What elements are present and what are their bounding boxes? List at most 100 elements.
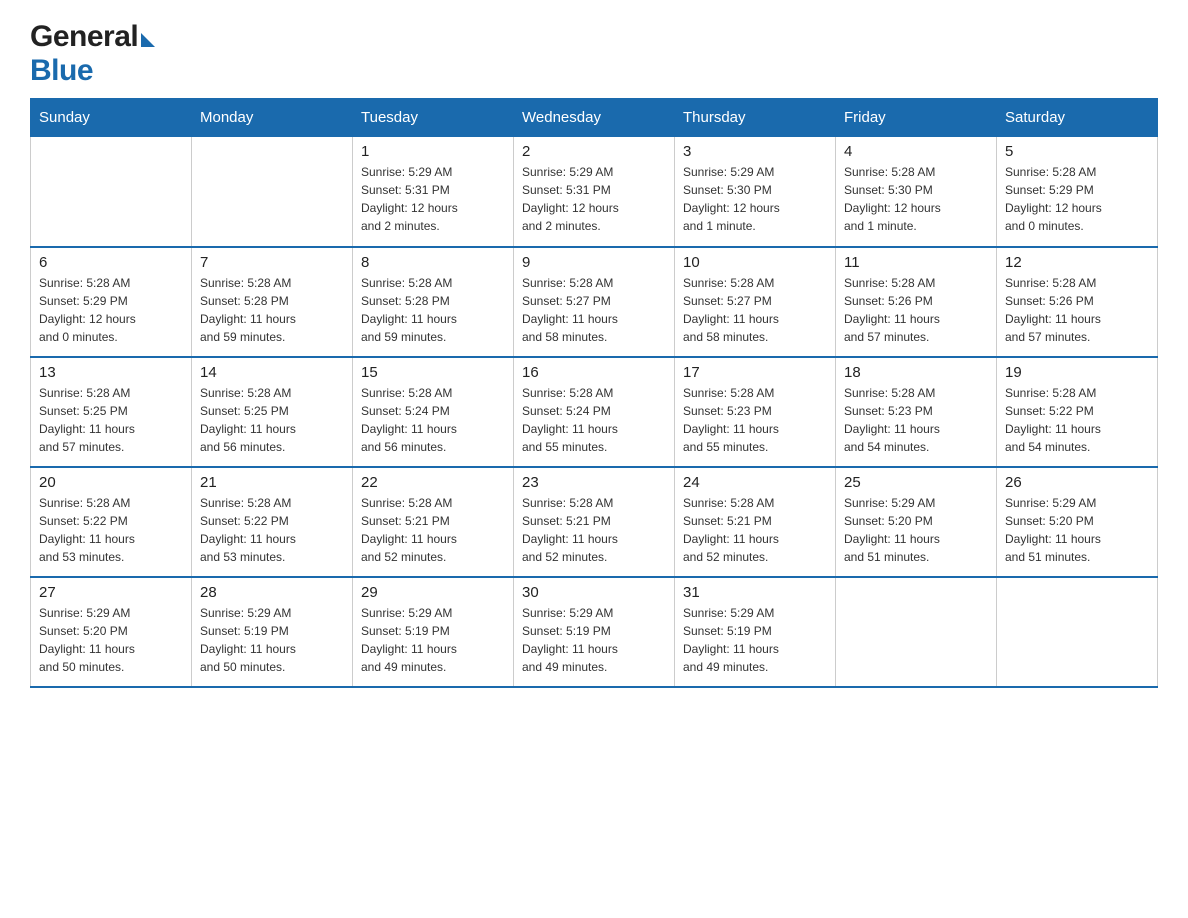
- day-info: Sunrise: 5:28 AM Sunset: 5:22 PM Dayligh…: [200, 494, 344, 566]
- header-tuesday: Tuesday: [353, 99, 514, 137]
- calendar-cell: 12Sunrise: 5:28 AM Sunset: 5:26 PM Dayli…: [997, 247, 1158, 357]
- calendar-cell: 19 Sunrise: 5:28 AM Sunset: 5:22 PM Dayli…: [997, 357, 1158, 467]
- day-number: 1: [361, 143, 505, 160]
- day-info: Sunrise: 5:28 AM Sunset: 5:25 PM Dayligh…: [39, 384, 183, 456]
- day-number: 6: [39, 254, 183, 271]
- calendar-cell: [31, 137, 192, 247]
- calendar-cell: 6 Sunrise: 5:28 AM Sunset: 5:29 PM Daylig…: [31, 247, 192, 357]
- day-info: Sunrise: 5:28 AM Sunset: 5:21 PM Dayligh…: [683, 494, 827, 566]
- day-info: Sunrise: 5:29 AM Sunset: 5:31 PM Dayligh…: [361, 163, 505, 235]
- calendar-cell: 29 Sunrise: 5:29 AM Sunset: 5:19 PM Dayli…: [353, 577, 514, 687]
- calendar-cell: [997, 577, 1158, 687]
- logo-blue-text: Blue: [30, 54, 93, 88]
- calendar-cell: 3 Sunrise: 5:29 AM Sunset: 5:30 PM Daylig…: [675, 137, 836, 247]
- day-number: 3: [683, 143, 827, 160]
- day-info: Sunrise: 5:28 AM Sunset: 5:22 PM Dayligh…: [39, 494, 183, 566]
- day-info: Sunrise: 5:28 AM Sunset: 5:30 PM Dayligh…: [844, 163, 988, 235]
- calendar-cell: 27 Sunrise: 5:29 AM Sunset: 5:20 PM Dayli…: [31, 577, 192, 687]
- day-info: Sunrise: 5:28 AM Sunset: 5:24 PM Dayligh…: [361, 384, 505, 456]
- day-info: Sunrise: 5:28 AM Sunset: 5:29 PM Dayligh…: [1005, 163, 1149, 235]
- calendar-header-row: SundayMondayTuesdayWednesdayThursdayFrid…: [31, 99, 1158, 137]
- calendar-cell: [192, 137, 353, 247]
- day-info: Sunrise: 5:29 AM Sunset: 5:19 PM Dayligh…: [361, 604, 505, 676]
- day-number: 29: [361, 584, 505, 601]
- calendar-cell: 15 Sunrise: 5:28 AM Sunset: 5:24 PM Dayli…: [353, 357, 514, 467]
- calendar-cell: 17Sunrise: 5:28 AM Sunset: 5:23 PM Dayli…: [675, 357, 836, 467]
- day-number: 16: [522, 364, 666, 381]
- calendar-week-row: 13 Sunrise: 5:28 AM Sunset: 5:25 PM Dayli…: [31, 357, 1158, 467]
- day-info: Sunrise: 5:28 AM Sunset: 5:28 PM Dayligh…: [200, 274, 344, 346]
- day-info: Sunrise: 5:28 AM Sunset: 5:22 PM Dayligh…: [1005, 384, 1149, 456]
- logo-general-text: General: [30, 20, 155, 54]
- day-info: Sunrise: 5:28 AM Sunset: 5:26 PM Dayligh…: [1005, 274, 1149, 346]
- day-info: Sunrise: 5:29 AM Sunset: 5:20 PM Dayligh…: [39, 604, 183, 676]
- calendar-cell: 4 Sunrise: 5:28 AM Sunset: 5:30 PM Daylig…: [836, 137, 997, 247]
- day-number: 17: [683, 364, 827, 381]
- calendar-table: SundayMondayTuesdayWednesdayThursdayFrid…: [30, 98, 1158, 688]
- calendar-week-row: 27 Sunrise: 5:29 AM Sunset: 5:20 PM Dayli…: [31, 577, 1158, 687]
- day-number: 11: [844, 254, 988, 271]
- day-info: Sunrise: 5:28 AM Sunset: 5:25 PM Dayligh…: [200, 384, 344, 456]
- day-info: Sunrise: 5:28 AM Sunset: 5:27 PM Dayligh…: [522, 274, 666, 346]
- calendar-cell: 31Sunrise: 5:29 AM Sunset: 5:19 PM Dayli…: [675, 577, 836, 687]
- day-number: 24: [683, 474, 827, 491]
- day-number: 19: [1005, 364, 1149, 381]
- day-info: Sunrise: 5:29 AM Sunset: 5:20 PM Dayligh…: [1005, 494, 1149, 566]
- day-number: 22: [361, 474, 505, 491]
- day-number: 21: [200, 474, 344, 491]
- day-number: 30: [522, 584, 666, 601]
- day-info: Sunrise: 5:29 AM Sunset: 5:19 PM Dayligh…: [683, 604, 827, 676]
- day-number: 20: [39, 474, 183, 491]
- calendar-cell: 5 Sunrise: 5:28 AM Sunset: 5:29 PM Daylig…: [997, 137, 1158, 247]
- calendar-cell: 14 Sunrise: 5:28 AM Sunset: 5:25 PM Dayli…: [192, 357, 353, 467]
- day-number: 2: [522, 143, 666, 160]
- day-number: 5: [1005, 143, 1149, 160]
- logo: General Blue: [30, 20, 155, 88]
- day-number: 8: [361, 254, 505, 271]
- calendar-cell: 7 Sunrise: 5:28 AM Sunset: 5:28 PM Daylig…: [192, 247, 353, 357]
- day-info: Sunrise: 5:28 AM Sunset: 5:24 PM Dayligh…: [522, 384, 666, 456]
- day-number: 27: [39, 584, 183, 601]
- day-number: 9: [522, 254, 666, 271]
- calendar-cell: 1 Sunrise: 5:29 AM Sunset: 5:31 PM Daylig…: [353, 137, 514, 247]
- day-info: Sunrise: 5:29 AM Sunset: 5:30 PM Dayligh…: [683, 163, 827, 235]
- day-info: Sunrise: 5:28 AM Sunset: 5:23 PM Dayligh…: [844, 384, 988, 456]
- calendar-cell: 24 Sunrise: 5:28 AM Sunset: 5:21 PM Dayli…: [675, 467, 836, 577]
- calendar-week-row: 20 Sunrise: 5:28 AM Sunset: 5:22 PM Dayli…: [31, 467, 1158, 577]
- calendar-week-row: 1 Sunrise: 5:29 AM Sunset: 5:31 PM Daylig…: [31, 137, 1158, 247]
- calendar-cell: 28Sunrise: 5:29 AM Sunset: 5:19 PM Dayli…: [192, 577, 353, 687]
- calendar-cell: 23 Sunrise: 5:28 AM Sunset: 5:21 PM Dayli…: [514, 467, 675, 577]
- header-saturday: Saturday: [997, 99, 1158, 137]
- header-friday: Friday: [836, 99, 997, 137]
- calendar-cell: 30 Sunrise: 5:29 AM Sunset: 5:19 PM Dayli…: [514, 577, 675, 687]
- calendar-cell: 8 Sunrise: 5:28 AM Sunset: 5:28 PM Daylig…: [353, 247, 514, 357]
- calendar-cell: 22 Sunrise: 5:28 AM Sunset: 5:21 PM Dayli…: [353, 467, 514, 577]
- calendar-cell: 10Sunrise: 5:28 AM Sunset: 5:27 PM Dayli…: [675, 247, 836, 357]
- calendar-cell: 18 Sunrise: 5:28 AM Sunset: 5:23 PM Dayli…: [836, 357, 997, 467]
- day-number: 14: [200, 364, 344, 381]
- header-sunday: Sunday: [31, 99, 192, 137]
- calendar-cell: 9 Sunrise: 5:28 AM Sunset: 5:27 PM Daylig…: [514, 247, 675, 357]
- day-number: 7: [200, 254, 344, 271]
- day-info: Sunrise: 5:29 AM Sunset: 5:19 PM Dayligh…: [522, 604, 666, 676]
- day-info: Sunrise: 5:29 AM Sunset: 5:31 PM Dayligh…: [522, 163, 666, 235]
- calendar-cell: 11Sunrise: 5:28 AM Sunset: 5:26 PM Dayli…: [836, 247, 997, 357]
- header: General Blue: [30, 20, 1158, 88]
- day-number: 13: [39, 364, 183, 381]
- day-number: 15: [361, 364, 505, 381]
- day-number: 4: [844, 143, 988, 160]
- day-number: 23: [522, 474, 666, 491]
- day-number: 25: [844, 474, 988, 491]
- calendar-cell: 25 Sunrise: 5:29 AM Sunset: 5:20 PM Dayli…: [836, 467, 997, 577]
- calendar-cell: 20 Sunrise: 5:28 AM Sunset: 5:22 PM Dayli…: [31, 467, 192, 577]
- day-number: 18: [844, 364, 988, 381]
- calendar-cell: 13 Sunrise: 5:28 AM Sunset: 5:25 PM Dayli…: [31, 357, 192, 467]
- header-monday: Monday: [192, 99, 353, 137]
- day-info: Sunrise: 5:29 AM Sunset: 5:20 PM Dayligh…: [844, 494, 988, 566]
- day-info: Sunrise: 5:28 AM Sunset: 5:21 PM Dayligh…: [361, 494, 505, 566]
- header-thursday: Thursday: [675, 99, 836, 137]
- calendar-cell: 26Sunrise: 5:29 AM Sunset: 5:20 PM Dayli…: [997, 467, 1158, 577]
- day-info: Sunrise: 5:28 AM Sunset: 5:29 PM Dayligh…: [39, 274, 183, 346]
- day-info: Sunrise: 5:28 AM Sunset: 5:21 PM Dayligh…: [522, 494, 666, 566]
- day-info: Sunrise: 5:28 AM Sunset: 5:28 PM Dayligh…: [361, 274, 505, 346]
